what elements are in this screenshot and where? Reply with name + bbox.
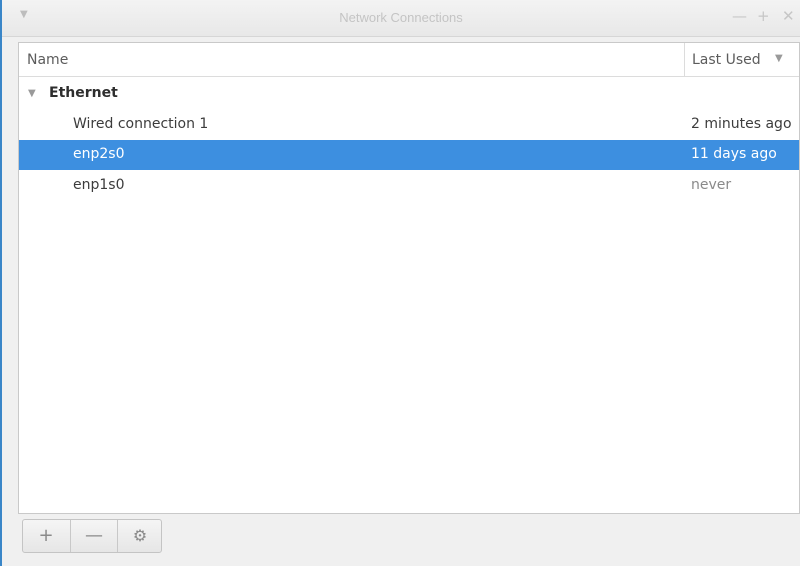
network-connections-window: ▼ Network Connections — + ✕ Name Last Us… — [0, 0, 800, 566]
title-bar[interactable]: ▼ Network Connections — + ✕ — [2, 0, 800, 37]
close-icon[interactable]: ✕ — [782, 7, 795, 25]
connection-row[interactable]: Wired connection 1 2 minutes ago — [19, 110, 799, 140]
group-label: Ethernet — [49, 85, 118, 101]
connection-toolbar: + — ⚙ — [22, 519, 162, 553]
connection-row[interactable]: enp1s0 never — [19, 171, 799, 201]
column-header-last-used[interactable]: Last Used — [692, 52, 761, 68]
column-separator[interactable] — [684, 43, 685, 77]
remove-connection-button[interactable]: — — [70, 520, 118, 552]
column-header-name[interactable]: Name — [27, 52, 68, 68]
connection-row-selected[interactable]: enp2s0 11 days ago — [19, 140, 799, 170]
connection-name: enp1s0 — [73, 177, 125, 193]
expander-icon[interactable]: ▼ — [28, 88, 36, 99]
connection-last-used: never — [691, 177, 732, 193]
connection-last-used: 11 days ago — [691, 146, 777, 162]
add-connection-button[interactable]: + — [23, 520, 69, 552]
connection-last-used: 2 minutes ago — [691, 116, 792, 132]
column-header: Name Last Used ▼ — [19, 43, 799, 77]
maximize-icon[interactable]: + — [757, 7, 770, 25]
connections-tree[interactable]: Name Last Used ▼ ▼ Ethernet Wired connec… — [18, 42, 800, 514]
connection-name: Wired connection 1 — [73, 116, 209, 132]
connection-name: enp2s0 — [73, 146, 125, 162]
minimize-icon[interactable]: — — [732, 7, 747, 25]
group-row-ethernet[interactable]: ▼ Ethernet — [19, 79, 799, 109]
sort-descending-icon[interactable]: ▼ — [775, 53, 783, 64]
window-title: Network Connections — [339, 10, 463, 25]
gear-icon[interactable]: ⚙ — [117, 520, 163, 552]
